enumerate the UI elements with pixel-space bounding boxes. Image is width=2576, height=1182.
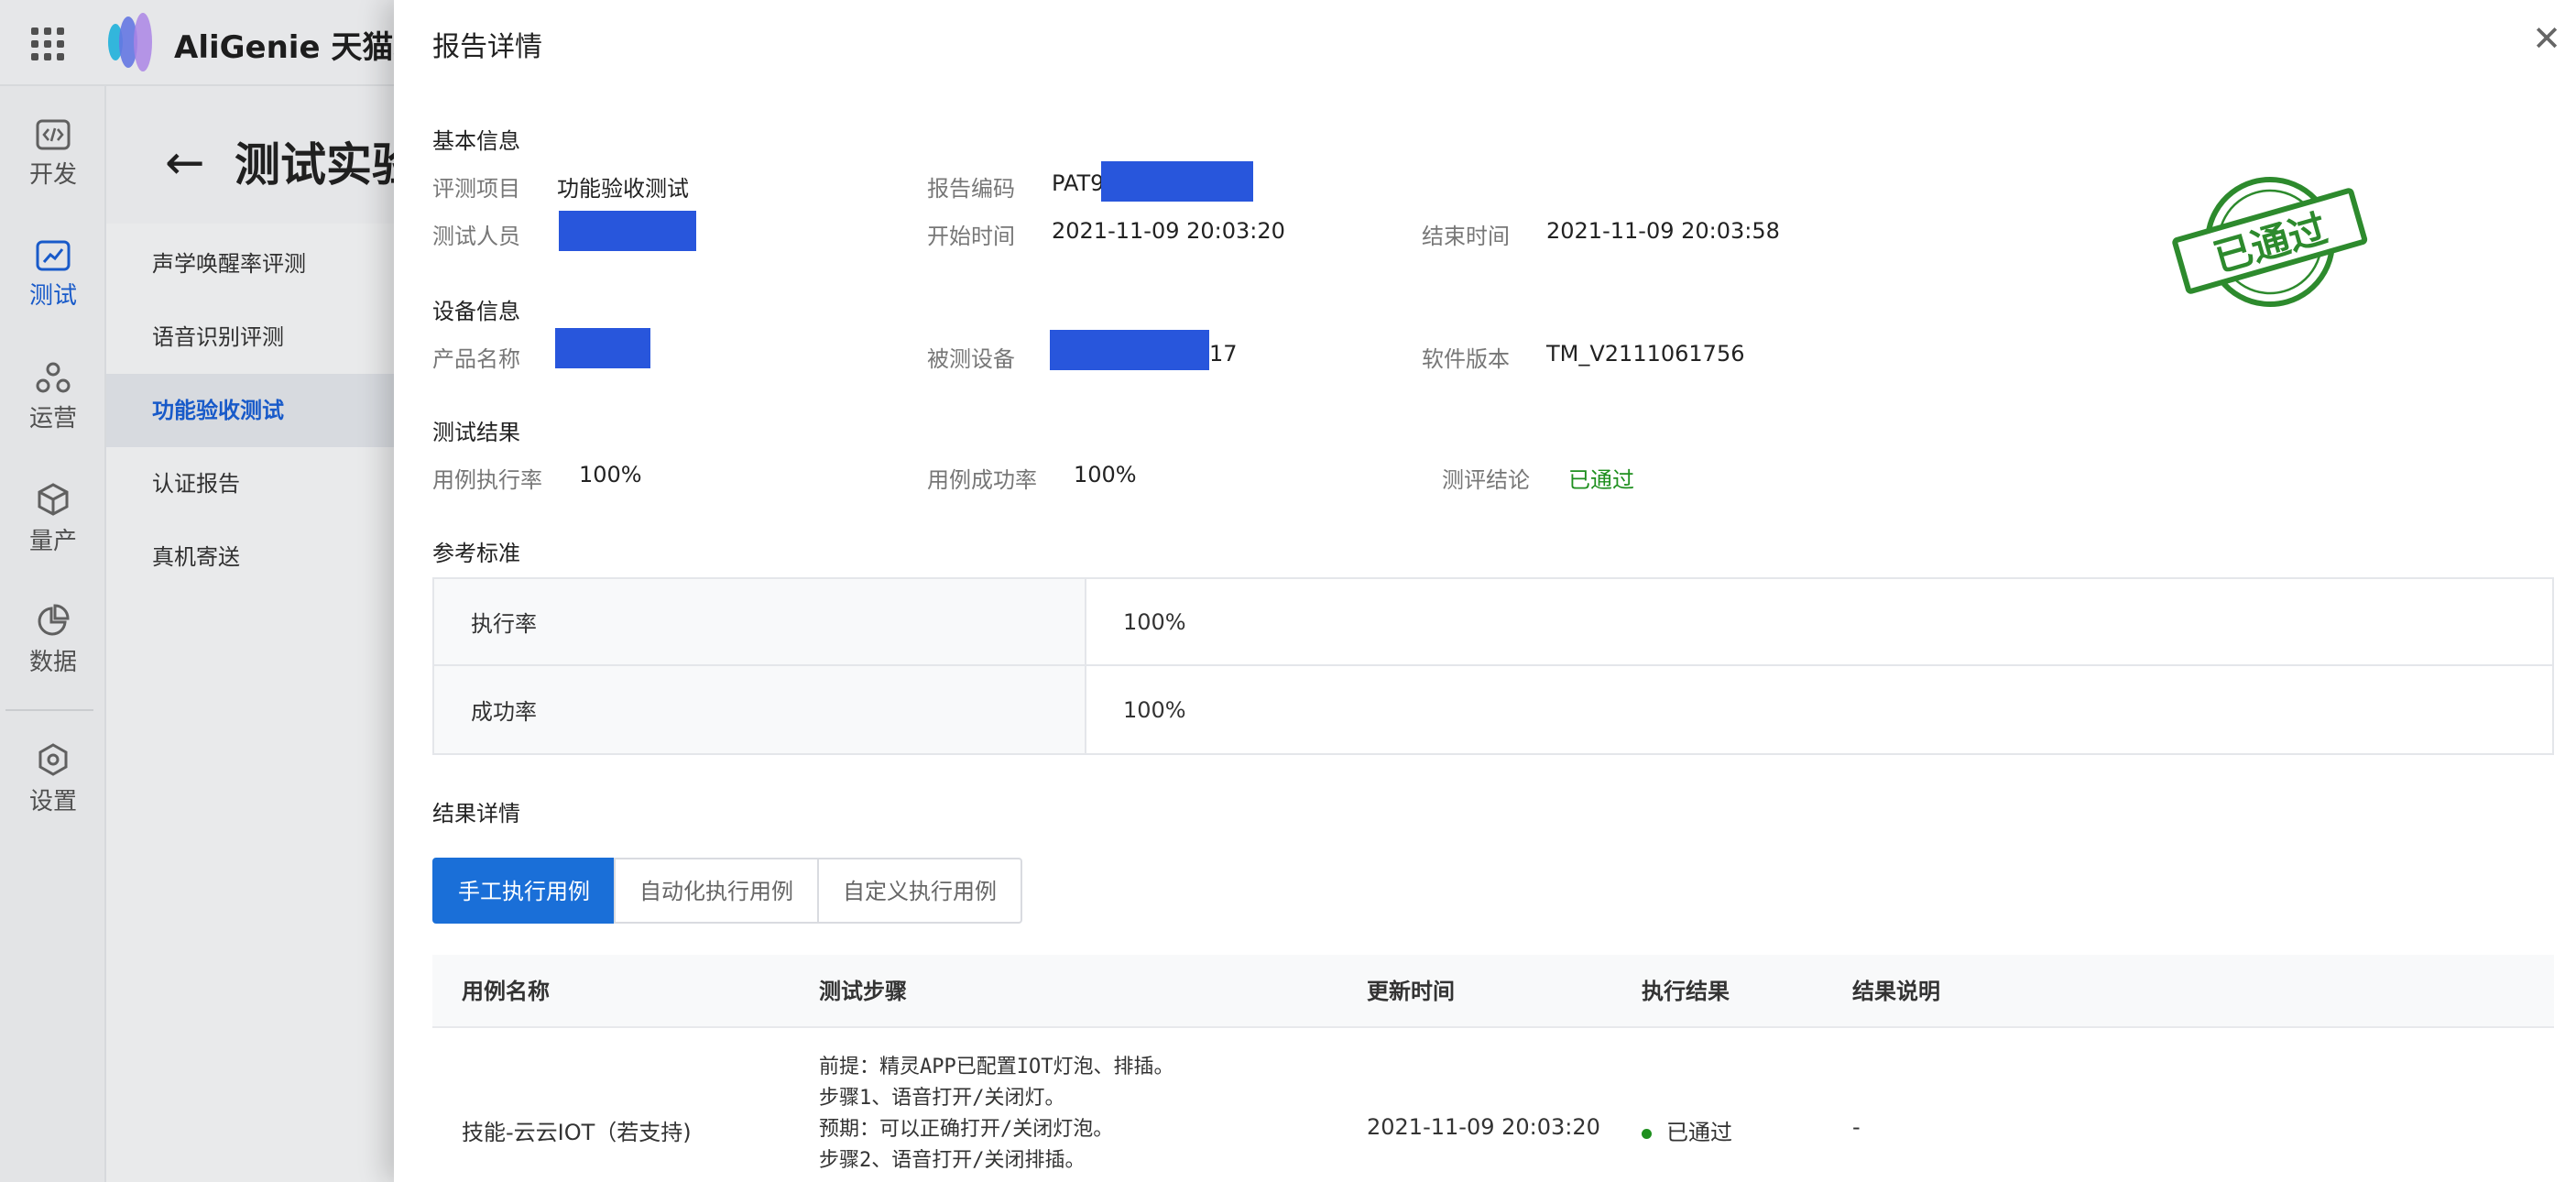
report-detail-drawer: 报告详情 ✕ 基本信息 评测项目 功能验收测试 报告编码 PAT9 测试人员 开…: [394, 0, 2576, 1182]
redaction-block: [559, 211, 696, 251]
exec-result-text: 已通过: [1666, 1120, 1732, 1145]
column-header: 测试步骤: [819, 979, 907, 1004]
results-table-header: 用例名称 测试步骤 更新时间 执行结果 结果说明: [432, 955, 2554, 1028]
section-test-result: 测试结果: [432, 420, 520, 445]
conclusion-value: 已通过: [1568, 467, 1634, 493]
redaction-block: [1050, 330, 1209, 370]
table-row: 执行率 100%: [434, 579, 2552, 666]
column-header: 结果说明: [1852, 979, 1940, 1004]
passed-stamp: 已通过: [2172, 177, 2368, 307]
end-time-value: 2021-11-09 20:03:58: [1546, 218, 1780, 244]
project-value: 功能验收测试: [557, 176, 689, 202]
table-row: 技能-云云IOT（若支持) 前提：精灵APP已配置IOT灯泡、排插。 步骤1、语…: [432, 1028, 2554, 1182]
start-time-label: 开始时间: [927, 224, 1015, 249]
section-result-details: 结果详情: [432, 801, 520, 826]
tested-device-label: 被测设备: [927, 346, 1015, 372]
report-code-label: 报告编码: [927, 176, 1015, 202]
success-rate-value: 100%: [1074, 462, 1137, 487]
update-time: 2021-11-09 20:03:20: [1367, 1114, 1600, 1140]
standard-key: 执行率: [434, 579, 1086, 664]
product-name-label: 产品名称: [432, 346, 520, 372]
start-time-value: 2021-11-09 20:03:20: [1052, 218, 1285, 244]
status-dot-icon: [1642, 1128, 1652, 1139]
report-code-value: PAT9: [1052, 170, 1105, 196]
close-icon[interactable]: ✕: [2528, 20, 2565, 57]
test-step-line: 步骤1、语音打开/关闭灯。: [819, 1087, 1065, 1110]
redaction-block: [555, 328, 650, 368]
standard-key: 成功率: [434, 666, 1086, 753]
case-type-tabs: 手工执行用例 自动化执行用例 自定义执行用例: [432, 858, 1022, 924]
column-header: 用例名称: [462, 979, 550, 1004]
section-reference-standard: 参考标准: [432, 541, 520, 566]
tab-custom-cases[interactable]: 自定义执行用例: [817, 858, 1022, 924]
section-device-info: 设备信息: [432, 299, 520, 324]
tester-label: 测试人员: [432, 224, 520, 249]
exec-rate-label: 用例执行率: [432, 467, 542, 493]
redaction-block: [1101, 161, 1253, 202]
test-step-line: 预期：可以正确打开/关闭灯泡。: [819, 1118, 1114, 1141]
reference-standard-table: 执行率 100% 成功率 100%: [432, 577, 2554, 755]
result-note: -: [1852, 1114, 1861, 1140]
tab-manual-cases[interactable]: 手工执行用例: [432, 858, 616, 924]
test-step-line: 步骤2、语音打开/关闭排插。: [819, 1149, 1086, 1172]
section-basic-info: 基本信息: [432, 128, 520, 154]
drawer-title: 报告详情: [432, 31, 542, 63]
project-label: 评测项目: [432, 176, 520, 202]
tested-device-value: 17: [1209, 341, 1238, 367]
exec-result: 已通过: [1642, 1114, 1732, 1146]
case-name: 技能-云云IOT（若支持): [462, 1120, 692, 1145]
conclusion-label: 测评结论: [1442, 467, 1530, 493]
exec-rate-value: 100%: [579, 462, 642, 487]
software-version-label: 软件版本: [1422, 346, 1510, 372]
software-version-value: TM_V2111061756: [1546, 341, 1745, 367]
test-step-line: 前提：精灵APP已配置IOT灯泡、排插。: [819, 1056, 1174, 1078]
standard-value: 100%: [1123, 608, 1186, 635]
test-steps: 前提：精灵APP已配置IOT灯泡、排插。 步骤1、语音打开/关闭灯。 预期：可以…: [819, 1052, 1173, 1177]
standard-value: 100%: [1123, 696, 1186, 723]
success-rate-label: 用例成功率: [927, 467, 1037, 493]
tab-automated-cases[interactable]: 自动化执行用例: [614, 858, 819, 924]
end-time-label: 结束时间: [1422, 224, 1510, 249]
table-row: 成功率 100%: [434, 666, 2552, 753]
column-header: 更新时间: [1367, 979, 1455, 1004]
column-header: 执行结果: [1642, 979, 1730, 1004]
